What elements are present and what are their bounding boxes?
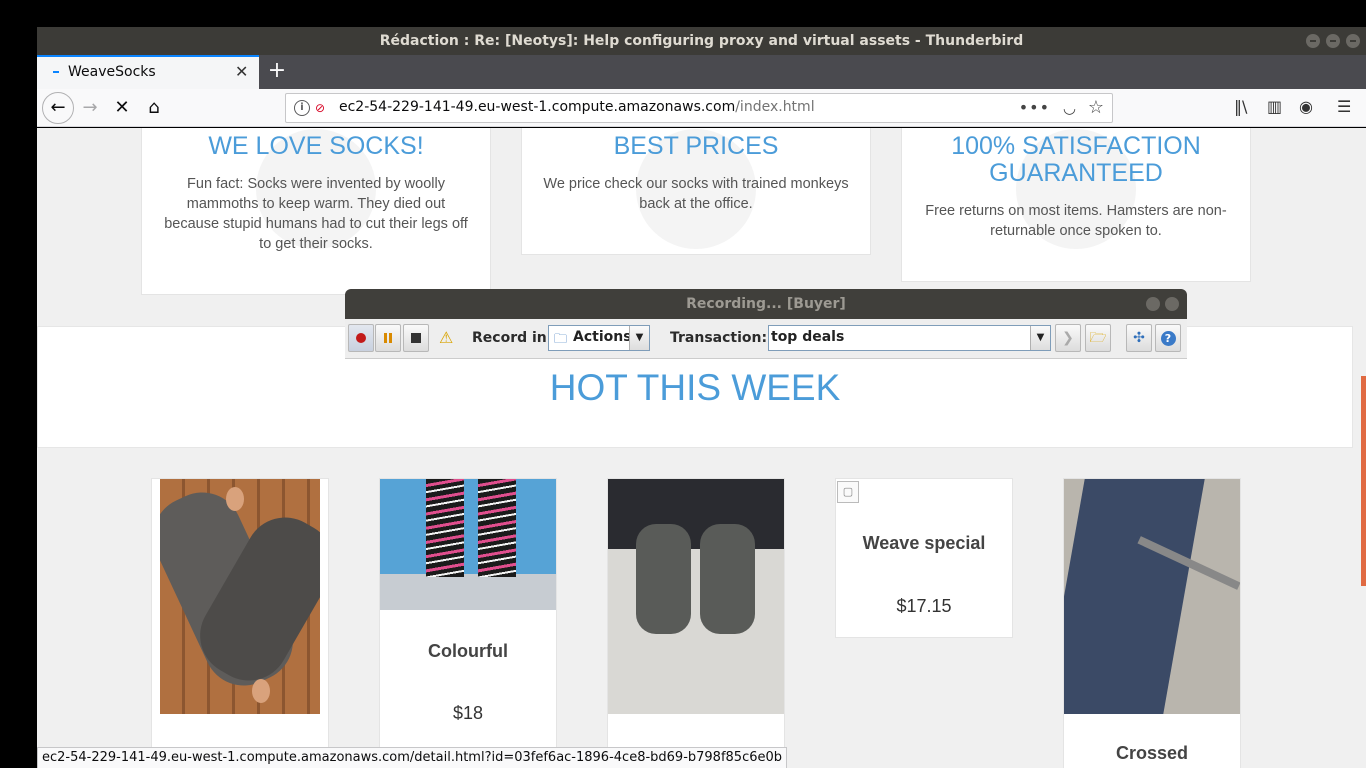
- striped-sock-shape: [478, 479, 516, 577]
- open-folder-button[interactable]: 🗁: [1085, 324, 1111, 352]
- product-image[interactable]: [608, 479, 784, 714]
- window-titlebar: Rédaction : Re: [Neotys]: Help configuri…: [37, 27, 1366, 55]
- feature-text: We price check our socks with trained mo…: [543, 176, 849, 212]
- product-card[interactable]: ▢ Weave special $17.15: [835, 478, 1013, 638]
- help-button[interactable]: ?: [1155, 324, 1181, 352]
- chevron-down-icon[interactable]: ▼: [629, 326, 649, 350]
- collapse-button[interactable]: ✣: [1126, 324, 1152, 352]
- chevron-down-icon[interactable]: ▼: [1030, 326, 1050, 350]
- page-actions-icon[interactable]: •••: [1019, 98, 1050, 117]
- tab-weavesocks[interactable]: WeaveSocks ✕: [37, 55, 259, 89]
- recording-toolbar-window: Recording... [Buyer] ⚠ Record in: 🗀 Acti…: [345, 289, 1187, 359]
- product-name[interactable]: Colourful: [380, 641, 556, 662]
- close-tab-icon[interactable]: ✕: [235, 62, 248, 81]
- sock-hole: [252, 679, 270, 703]
- stop-recording-button[interactable]: [403, 324, 429, 352]
- feature-card-best-prices: BEST PRICES We price check our socks wit…: [521, 128, 871, 255]
- recorder-close-button[interactable]: [1165, 297, 1179, 311]
- product-name[interactable]: Weave special: [836, 533, 1012, 554]
- pause-icon: [384, 333, 387, 343]
- product-image[interactable]: [160, 479, 320, 714]
- site-info-icon[interactable]: i: [294, 100, 310, 116]
- record-button[interactable]: [348, 324, 374, 352]
- bookmark-star-icon[interactable]: ☆: [1088, 97, 1104, 118]
- pause-button[interactable]: [375, 324, 401, 352]
- feature-title: WE LOVE SOCKS!: [208, 132, 424, 160]
- screen: Rédaction : Re: [Neotys]: Help configuri…: [0, 0, 1366, 768]
- url-host: ec2-54-229-141-49.eu-west-1.compute.amaz…: [339, 99, 736, 115]
- product-card[interactable]: Crossed: [1063, 478, 1241, 768]
- tab-title: WeaveSocks: [68, 64, 156, 80]
- jeans-shape: [1064, 479, 1205, 714]
- record-in-label: Record in:: [472, 330, 553, 346]
- collapse-icon: ✣: [1133, 330, 1145, 346]
- feature-card-love-socks: WE LOVE SOCKS! Fun fact: Socks were inve…: [141, 128, 491, 295]
- web-page: WE LOVE SOCKS! Fun fact: Socks were inve…: [37, 128, 1366, 768]
- sock-shape: [636, 524, 691, 634]
- record-in-value: Actions: [573, 329, 632, 345]
- insecure-lock-icon[interactable]: ⊘: [315, 101, 329, 115]
- recording-title-bar[interactable]: Recording... [Buyer]: [345, 289, 1187, 319]
- loading-icon: [53, 71, 59, 73]
- next-transaction-button[interactable]: ❯: [1055, 324, 1081, 352]
- sock-shape: [700, 524, 755, 634]
- recording-controls: ⚠ Record in: 🗀 Actions ▼ Transaction: to…: [345, 319, 1187, 359]
- folder-open-icon: 🗁: [1089, 330, 1107, 346]
- chevron-right-icon: ❯: [1062, 330, 1074, 346]
- transaction-combobox[interactable]: top deals ▼: [768, 325, 1051, 351]
- product-card[interactable]: [607, 478, 785, 768]
- pants-shape: [608, 479, 784, 549]
- product-image[interactable]: [380, 479, 556, 610]
- product-card[interactable]: Colourful $18: [379, 478, 557, 768]
- hamburger-menu-icon[interactable]: ☰: [1337, 97, 1351, 116]
- feature-text: Free returns on most items. Hamsters are…: [925, 203, 1227, 239]
- link-status-bar: ec2-54-229-141-49.eu-west-1.compute.amaz…: [37, 747, 788, 768]
- feature-card-satisfaction: 100% SATISFACTION GUARANTEED Free return…: [901, 128, 1251, 282]
- product-price: $17.15: [896, 596, 952, 616]
- library-icon[interactable]: ‖\: [1234, 97, 1247, 116]
- product-image[interactable]: [1064, 479, 1240, 714]
- recorder-minimize-button[interactable]: [1146, 297, 1160, 311]
- forward-button[interactable]: →: [75, 93, 105, 123]
- section-heading: HOT THIS WEEK: [549, 367, 841, 408]
- tab-strip: WeaveSocks ✕ +: [37, 55, 1366, 89]
- home-button[interactable]: ⌂: [139, 93, 169, 123]
- floor-shape: [380, 574, 556, 610]
- warning-icon[interactable]: ⚠: [439, 328, 453, 347]
- stop-icon: [411, 333, 421, 343]
- folder-icon: 🗀: [554, 332, 568, 347]
- window-close-button[interactable]: [1346, 34, 1360, 48]
- sock-hole: [226, 487, 244, 511]
- feature-title: BEST PRICES: [613, 132, 779, 160]
- striped-sock-shape: [426, 479, 464, 577]
- record-in-select[interactable]: 🗀 Actions ▼: [548, 325, 650, 351]
- product-name[interactable]: Crossed: [1064, 743, 1240, 764]
- sidebar-icon[interactable]: ▥: [1267, 97, 1282, 116]
- product-price: $18: [452, 703, 484, 723]
- window-maximize-button[interactable]: [1326, 34, 1340, 48]
- transaction-value[interactable]: top deals: [771, 329, 844, 345]
- pocket-icon[interactable]: ◡: [1063, 99, 1076, 117]
- feature-title: 100% SATISFACTION GUARANTEED: [951, 132, 1201, 187]
- pause-icon: [389, 333, 392, 343]
- back-button[interactable]: ←: [42, 92, 74, 124]
- navigation-toolbar: ← → ✕ ⌂ i ⊘ ec2-54-229-141-49.eu-west-1.…: [37, 89, 1366, 127]
- page-scrollbar[interactable]: [1361, 376, 1366, 586]
- help-icon: ?: [1160, 331, 1176, 346]
- url-text[interactable]: ec2-54-229-141-49.eu-west-1.compute.amaz…: [339, 99, 815, 115]
- window-title: Rédaction : Re: [Neotys]: Help configuri…: [379, 33, 1024, 49]
- product-card[interactable]: [151, 478, 329, 768]
- record-icon: [356, 333, 366, 343]
- feature-text: Fun fact: Socks were invented by woolly …: [164, 176, 468, 252]
- stop-button[interactable]: ✕: [107, 93, 137, 123]
- account-icon[interactable]: ◉: [1299, 97, 1313, 116]
- recording-title: Recording... [Buyer]: [686, 296, 846, 312]
- url-path: /index.html: [735, 99, 815, 115]
- url-bar[interactable]: i ⊘ ec2-54-229-141-49.eu-west-1.compute.…: [285, 93, 1113, 123]
- transaction-label: Transaction:: [670, 330, 768, 346]
- broken-image-icon[interactable]: ▢: [837, 481, 859, 503]
- window-minimize-button[interactable]: [1306, 34, 1320, 48]
- new-tab-button[interactable]: +: [262, 57, 292, 87]
